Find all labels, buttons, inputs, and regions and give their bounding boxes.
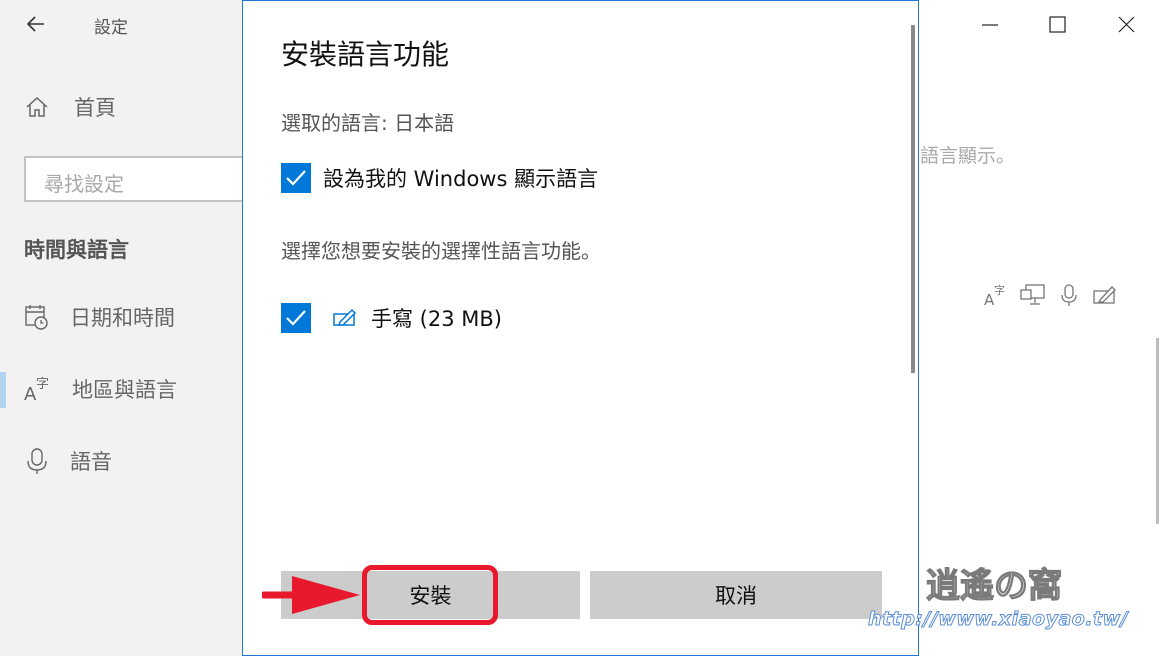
selected-language: 選取的語言: 日本語: [281, 111, 455, 135]
maximize-button[interactable]: [1046, 12, 1072, 38]
language-description: 語言顯示。: [920, 145, 1016, 167]
app-title: 設定: [94, 18, 128, 38]
selection-indicator: [0, 372, 6, 408]
watermark-url: http://www.xiaoyao.tw/: [867, 608, 1129, 631]
sidebar-item-speech[interactable]: 語音: [24, 446, 112, 476]
cancel-button[interactable]: 取消: [590, 571, 882, 619]
sidebar-item-region-language[interactable]: A 字 地區與語言: [24, 374, 177, 404]
sidebar: 設定 首頁 尋找設定 時間與語言 日期和時間 A 字 地區與語言 語音: [0, 0, 254, 656]
svg-text:字: 字: [36, 377, 49, 392]
back-button[interactable]: [24, 12, 48, 36]
close-button[interactable]: [1114, 12, 1140, 38]
sidebar-item-label: 地區與語言: [72, 378, 177, 402]
install-highlight-box: [362, 565, 498, 625]
pen-icon: [1093, 286, 1116, 304]
install-language-features-dialog: 安裝語言功能 選取的語言: 日本語 設為我的 Windows 顯示語言 選擇您想…: [242, 0, 919, 656]
calendar-clock-icon: [25, 305, 48, 330]
language-icon: A 字: [24, 377, 49, 404]
watermark-logo: 逍遙の窩: [925, 565, 1062, 606]
pen-icon: [333, 308, 357, 326]
search-input[interactable]: 尋找設定: [24, 156, 254, 202]
page-scrollbar[interactable]: [1156, 338, 1159, 524]
back-arrow-icon: [26, 16, 44, 32]
checkmark-icon: [286, 170, 306, 186]
nav-home-label: 首頁: [74, 96, 116, 120]
maximize-icon: [1049, 16, 1066, 33]
language-icon: A 字: [984, 283, 1005, 307]
handwriting-option[interactable]: 手寫 (23 MB): [281, 303, 502, 333]
nav-home[interactable]: 首頁: [24, 92, 116, 122]
display-icon: [1020, 284, 1045, 305]
svg-text:字: 字: [994, 283, 1005, 297]
dialog-title: 安裝語言功能: [281, 38, 450, 71]
home-icon: [26, 96, 48, 117]
sidebar-item-date-time[interactable]: 日期和時間: [24, 302, 175, 332]
sidebar-item-label: 語音: [70, 450, 112, 474]
dialog-scrollbar[interactable]: [911, 25, 915, 373]
close-icon: [1118, 16, 1135, 33]
section-title: 時間與語言: [24, 238, 129, 262]
watermark: 逍遙の窩 http://www.xiaoyao.tw/: [862, 556, 1162, 656]
checkmark-icon: [286, 310, 306, 326]
microphone-icon: [27, 448, 47, 474]
microphone-icon: [1061, 284, 1077, 306]
display-language-label: 設為我的 Windows 顯示語言: [323, 167, 599, 191]
minimize-button[interactable]: [978, 12, 1004, 38]
minimize-icon: [982, 24, 998, 26]
dialog-prompt: 選擇您想要安裝的選擇性語言功能。: [281, 239, 601, 263]
language-feature-icons: A 字: [984, 283, 1118, 307]
display-language-checkbox[interactable]: [281, 163, 311, 193]
handwriting-label: 手寫 (23 MB): [371, 307, 502, 331]
display-language-option[interactable]: 設為我的 Windows 顯示語言: [281, 163, 598, 193]
handwriting-checkbox[interactable]: [281, 303, 311, 333]
search-placeholder: 尋找設定: [44, 172, 124, 196]
red-arrow-icon: [262, 576, 360, 614]
sidebar-item-label: 日期和時間: [70, 306, 175, 330]
